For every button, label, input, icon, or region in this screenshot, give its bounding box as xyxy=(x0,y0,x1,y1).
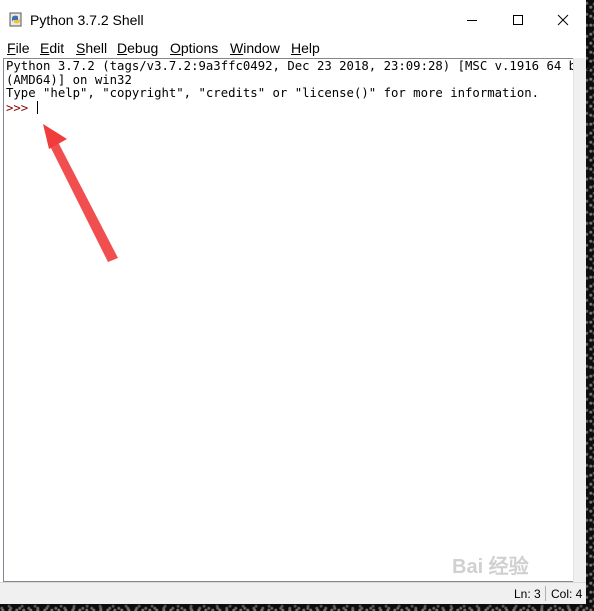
menu-bar: File Edit Shell Debug Options Window Hel… xyxy=(0,40,586,58)
status-line-number: Ln: 3 xyxy=(514,587,541,601)
menu-edit[interactable]: Edit xyxy=(40,40,64,56)
menu-help-rest: elp xyxy=(301,40,320,56)
menu-shell[interactable]: Shell xyxy=(76,40,107,56)
status-column-number: Col: 4 xyxy=(551,587,583,601)
maximize-icon xyxy=(513,15,523,25)
title-bar[interactable]: Python 3.7.2 Shell xyxy=(0,0,586,40)
status-bar: Ln: 3 Col: 4 xyxy=(0,582,586,604)
menu-window-rest: indow xyxy=(243,40,280,56)
text-cursor xyxy=(37,100,39,114)
menu-file[interactable]: File xyxy=(7,40,30,56)
shell-banner-line-3: Type "help", "copyright", "credits" or "… xyxy=(6,86,540,100)
python-idle-icon xyxy=(9,12,22,27)
status-divider xyxy=(545,586,546,601)
python-shell-window: Python 3.7.2 Shell File Edit Shell Debug… xyxy=(0,0,591,604)
close-button[interactable] xyxy=(540,0,586,40)
menu-shell-rest: hell xyxy=(85,40,108,56)
close-icon xyxy=(557,14,569,26)
menu-options-rest: ptions xyxy=(180,40,219,56)
minimize-icon xyxy=(467,20,477,21)
menu-file-rest: ile xyxy=(15,40,30,56)
shell-banner-line-1: Python 3.7.2 (tags/v3.7.2:9a3ffc0492, De… xyxy=(6,59,591,73)
menu-window[interactable]: Window xyxy=(230,40,280,56)
menu-debug-rest: ebug xyxy=(127,40,159,56)
menu-options[interactable]: Options xyxy=(170,40,218,56)
window-title: Python 3.7.2 Shell xyxy=(30,12,144,28)
menu-debug[interactable]: Debug xyxy=(117,40,158,56)
shell-text-area[interactable]: Python 3.7.2 (tags/v3.7.2:9a3ffc0492, De… xyxy=(3,58,591,582)
menu-help[interactable]: Help xyxy=(291,40,320,56)
shell-banner-line-2: (AMD64)] on win32 xyxy=(6,72,132,87)
shell-prompt-line: >>> xyxy=(6,100,573,116)
vertical-scrollbar[interactable] xyxy=(573,58,586,582)
maximize-button[interactable] xyxy=(495,0,541,40)
menu-edit-rest: dit xyxy=(49,40,65,56)
minimize-button[interactable] xyxy=(449,0,495,40)
shell-prompt: >>> xyxy=(6,100,29,115)
